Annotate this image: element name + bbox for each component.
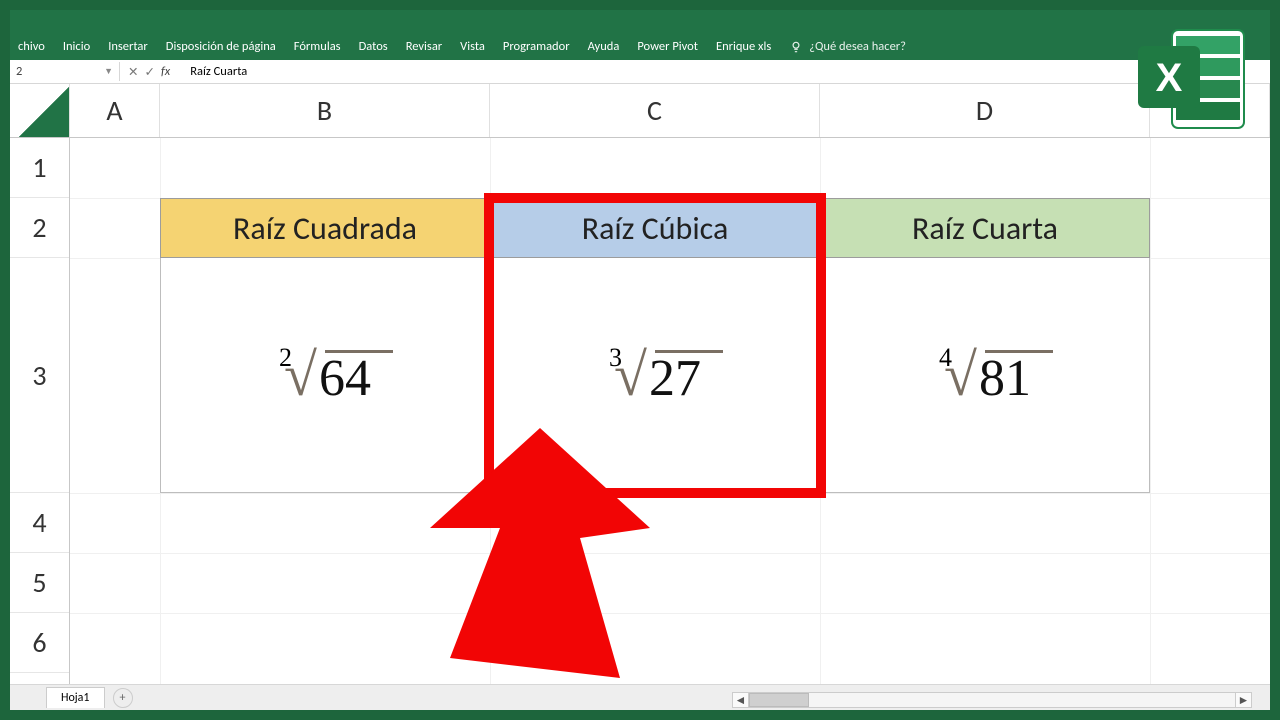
cell-b2-header[interactable]: Raíz Cuadrada <box>160 198 490 258</box>
cell-d2-header[interactable]: Raíz Cuarta <box>820 198 1150 258</box>
root-degree: 4 <box>939 345 952 371</box>
root-radicand: 64 <box>317 349 371 405</box>
name-box-dropdown-icon[interactable]: ▼ <box>104 66 113 77</box>
sheet-tab-bar: Hoja1 + ◄ ► <box>10 684 1270 710</box>
root-radicand: 27 <box>647 349 701 405</box>
root-degree: 3 <box>609 345 622 371</box>
row-header-4[interactable]: 4 <box>10 493 69 553</box>
row-header-3[interactable]: 3 <box>10 258 69 493</box>
row-header-6[interactable]: 6 <box>10 613 69 673</box>
ribbon-tab-formulas[interactable]: Fórmulas <box>294 39 341 54</box>
root-degree: 2 <box>279 345 292 371</box>
ribbon-tab-revisar[interactable]: Revisar <box>406 39 442 54</box>
horizontal-scrollbar[interactable]: ◄ ► <box>732 692 1252 708</box>
name-box[interactable]: 2 ▼ <box>10 62 120 81</box>
scroll-left-button[interactable]: ◄ <box>733 693 749 707</box>
cell-c3-root[interactable]: 3 √ 27 <box>490 258 820 493</box>
sheet-tab-hoja1[interactable]: Hoja1 <box>46 687 105 708</box>
column-header-b[interactable]: B <box>160 84 490 137</box>
cell-c2-header[interactable]: Raíz Cúbica <box>490 198 820 258</box>
excel-logo-icon: X <box>1132 24 1252 134</box>
row-header-1[interactable]: 1 <box>10 138 69 198</box>
cancel-formula-button[interactable]: ✕ <box>128 64 138 80</box>
column-header-c[interactable]: C <box>490 84 820 137</box>
row-header-5[interactable]: 5 <box>10 553 69 613</box>
lightbulb-icon <box>789 40 803 54</box>
ribbon-tab-enrique[interactable]: Enrique xls <box>716 39 771 54</box>
select-all-triangle[interactable] <box>10 84 70 137</box>
scroll-right-button[interactable]: ► <box>1235 693 1251 707</box>
fourth-root-icon: 4 √ 81 <box>939 345 1031 405</box>
cells-grid[interactable]: Raíz Cuadrada Raíz Cúbica Raíz Cuarta 2 … <box>70 138 1270 684</box>
tell-me-search[interactable]: ¿Qué desea hacer? <box>789 39 906 54</box>
name-box-value: 2 <box>16 64 22 79</box>
tell-me-label: ¿Qué desea hacer? <box>809 39 906 54</box>
ribbon-tab-inicio[interactable]: Inicio <box>63 39 90 54</box>
cell-d3-root[interactable]: 4 √ 81 <box>820 258 1150 493</box>
ribbon-tabs: chivo Inicio Insertar Disposición de pág… <box>10 10 1270 60</box>
ribbon-tab-datos[interactable]: Datos <box>359 39 388 54</box>
ribbon-tab-disposicion[interactable]: Disposición de página <box>166 39 276 54</box>
square-root-icon: 2 √ 64 <box>279 345 371 405</box>
insert-function-button[interactable]: fx <box>161 64 176 80</box>
ribbon-tab-vista[interactable]: Vista <box>460 39 485 54</box>
ribbon-tab-powerpivot[interactable]: Power Pivot <box>637 39 698 54</box>
root-radicand: 81 <box>977 349 1031 405</box>
scroll-thumb[interactable] <box>749 693 809 707</box>
cell-b3-root[interactable]: 2 √ 64 <box>160 258 490 493</box>
row-header-2[interactable]: 2 <box>10 198 69 258</box>
ribbon-tab-ayuda[interactable]: Ayuda <box>588 39 620 54</box>
column-header-a[interactable]: A <box>70 84 160 137</box>
add-sheet-button[interactable]: + <box>113 688 133 708</box>
enter-formula-button[interactable]: ✓ <box>144 64 154 80</box>
column-headers: A B C D <box>10 84 1270 138</box>
svg-text:X: X <box>1156 56 1183 100</box>
ribbon-tab-archivo[interactable]: chivo <box>18 39 45 54</box>
formula-bar: 2 ▼ ✕ ✓ fx <box>10 60 1270 84</box>
row-headers: 1 2 3 4 5 6 <box>10 138 70 684</box>
formula-input[interactable] <box>184 62 1270 81</box>
ribbon-tab-insertar[interactable]: Insertar <box>108 39 148 54</box>
ribbon-tab-programador[interactable]: Programador <box>503 39 570 54</box>
cube-root-icon: 3 √ 27 <box>609 345 701 405</box>
column-header-d[interactable]: D <box>820 84 1150 137</box>
